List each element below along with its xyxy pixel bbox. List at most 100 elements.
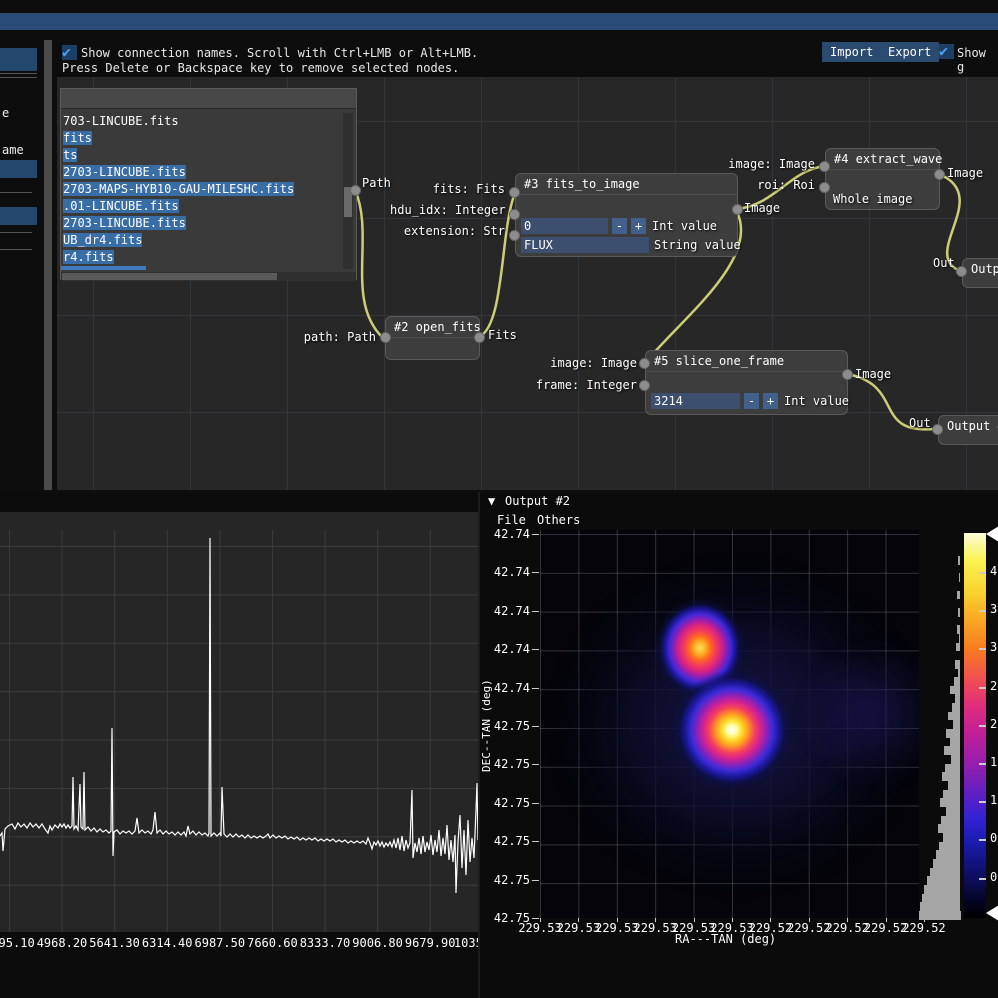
- axis-tick-label: 42.75: [486, 873, 530, 887]
- axis-tick: [532, 688, 539, 689]
- histogram-bar: [958, 608, 960, 617]
- axis-tick-label: 229.53: [518, 921, 562, 935]
- node-open-fits[interactable]: #2 open_fits: [385, 316, 480, 360]
- output-port[interactable]: [474, 332, 485, 343]
- axis-tick-label: 229.53: [595, 921, 639, 935]
- app-window: e ame Show connection names. Scroll with…: [0, 0, 998, 998]
- node-output-2[interactable]: Output #: [938, 415, 998, 445]
- port-label: Out: [933, 256, 955, 270]
- node-title[interactable]: #4 extract_wave: [826, 149, 939, 170]
- selection-underline: [61, 266, 146, 270]
- field-label: Int value: [784, 394, 849, 408]
- import-button[interactable]: Import: [822, 42, 881, 62]
- axis-tick-label: 3.: [990, 602, 998, 616]
- histogram-bar: [951, 755, 960, 764]
- spectrum-x-axis: 4295.104968.205641.306314.406987.507660.…: [0, 934, 478, 952]
- frame-input[interactable]: [651, 393, 740, 409]
- input-port[interactable]: [819, 161, 830, 172]
- axis-tick: [532, 611, 539, 612]
- axis-tick: [532, 764, 539, 765]
- histogram-bar: [955, 660, 960, 669]
- file-list-output-port[interactable]: [350, 185, 361, 196]
- node-title[interactable]: Outp: [963, 259, 998, 279]
- histogram-bar: [939, 842, 960, 851]
- port-label: Out: [909, 416, 931, 430]
- histogram-bar: [950, 686, 960, 695]
- file-list-item[interactable]: 2703-LINCUBE.fits: [61, 215, 344, 232]
- spectrum-plot[interactable]: [0, 530, 478, 932]
- decrement-button[interactable]: -: [612, 218, 627, 234]
- extension-input[interactable]: [521, 237, 649, 253]
- panel-splitter[interactable]: [44, 40, 52, 490]
- x-axis-label: RA---TAN (deg): [675, 932, 776, 946]
- output-port[interactable]: [934, 169, 945, 180]
- file-list[interactable]: 703-LINCUBE.fitsfitsts2703-LINCUBE.fits2…: [61, 113, 344, 269]
- axis-tick-label: 229.53: [633, 921, 677, 935]
- histogram-bar: [944, 746, 960, 755]
- show-grid-checkbox[interactable]: [939, 44, 954, 59]
- file-list-item[interactable]: .01-LINCUBE.fits: [61, 198, 344, 215]
- file-list-node[interactable]: 703-LINCUBE.fitsfitsts2703-LINCUBE.fits2…: [60, 88, 357, 280]
- file-list-item[interactable]: UB_dr4.fits: [61, 232, 344, 249]
- axis-tick-label: 42.74: [486, 565, 530, 579]
- window-titlebar[interactable]: [0, 13, 998, 30]
- input-port[interactable]: [509, 209, 520, 220]
- sidebar-button[interactable]: [0, 48, 37, 71]
- input-port[interactable]: [932, 424, 943, 435]
- file-list-item[interactable]: fits: [61, 130, 344, 147]
- sidebar-button[interactable]: [0, 207, 37, 225]
- collapse-triangle-icon[interactable]: ▼: [488, 494, 495, 508]
- menu-others[interactable]: Others: [537, 513, 580, 527]
- axis-tick-label: 3.: [990, 640, 998, 654]
- axis-tick: [979, 687, 986, 689]
- file-list-horizontal-scrollbar[interactable]: [61, 272, 356, 281]
- sidebar-button[interactable]: [0, 160, 37, 178]
- input-port[interactable]: [639, 358, 650, 369]
- node-title[interactable]: #2 open_fits: [386, 317, 479, 338]
- file-list-item[interactable]: 703-LINCUBE.fits: [61, 113, 344, 130]
- axis-tick-label: 42.74: [486, 527, 530, 541]
- node-title[interactable]: #5 slice_one_frame: [646, 351, 847, 372]
- port-label: path: Path: [300, 330, 376, 344]
- increment-button[interactable]: +: [763, 393, 778, 409]
- output-port[interactable]: [732, 204, 743, 215]
- axis-tick-label: 42.74: [486, 604, 530, 618]
- menu-file[interactable]: File: [497, 513, 526, 527]
- input-port[interactable]: [639, 380, 650, 391]
- port-label: hdu_idx: Integer: [390, 203, 505, 217]
- histogram-bar: [952, 703, 960, 712]
- decrement-button[interactable]: -: [744, 393, 759, 409]
- file-list-item[interactable]: r4.fits: [61, 249, 344, 266]
- histogram-bar: [936, 850, 960, 859]
- histogram-bar: [940, 798, 960, 807]
- input-port[interactable]: [509, 230, 520, 241]
- file-list-node-titlebar[interactable]: [61, 89, 356, 109]
- output-port[interactable]: [842, 369, 853, 380]
- axis-tick-label: 1.: [990, 755, 998, 769]
- input-port[interactable]: [380, 332, 391, 343]
- file-list-item[interactable]: 2703-LINCUBE.fits: [61, 164, 344, 181]
- image-display[interactable]: [540, 530, 924, 918]
- histogram-bar: [943, 790, 960, 799]
- input-port[interactable]: [819, 182, 830, 193]
- scrollbar-thumb[interactable]: [62, 273, 277, 280]
- input-port[interactable]: [956, 266, 967, 277]
- colorbar-max-label: 4: [994, 528, 998, 542]
- spectrum-menu-bar[interactable]: [0, 512, 478, 530]
- node-title[interactable]: #3 fits_to_image: [516, 174, 737, 195]
- node-title[interactable]: Output #: [939, 416, 998, 436]
- node-output-1[interactable]: Outp: [962, 258, 998, 288]
- axis-tick-label: 229.52: [902, 921, 946, 935]
- increment-button[interactable]: +: [631, 218, 646, 234]
- axis-tick-label: 42.74: [486, 681, 530, 695]
- file-list-item[interactable]: ts: [61, 147, 344, 164]
- input-port[interactable]: [509, 187, 520, 198]
- port-label: image: Image: [720, 157, 815, 171]
- export-button[interactable]: Export: [880, 42, 939, 62]
- show-connection-names-checkbox[interactable]: [62, 45, 77, 60]
- axis-tick: [532, 841, 539, 842]
- histogram-bar: [950, 738, 960, 747]
- axis-tick-label: 2.: [990, 717, 998, 731]
- file-list-item[interactable]: 2703-MAPS-HYB10-GAU-MILESHC.fits: [61, 181, 344, 198]
- hdu-index-input[interactable]: [521, 218, 608, 234]
